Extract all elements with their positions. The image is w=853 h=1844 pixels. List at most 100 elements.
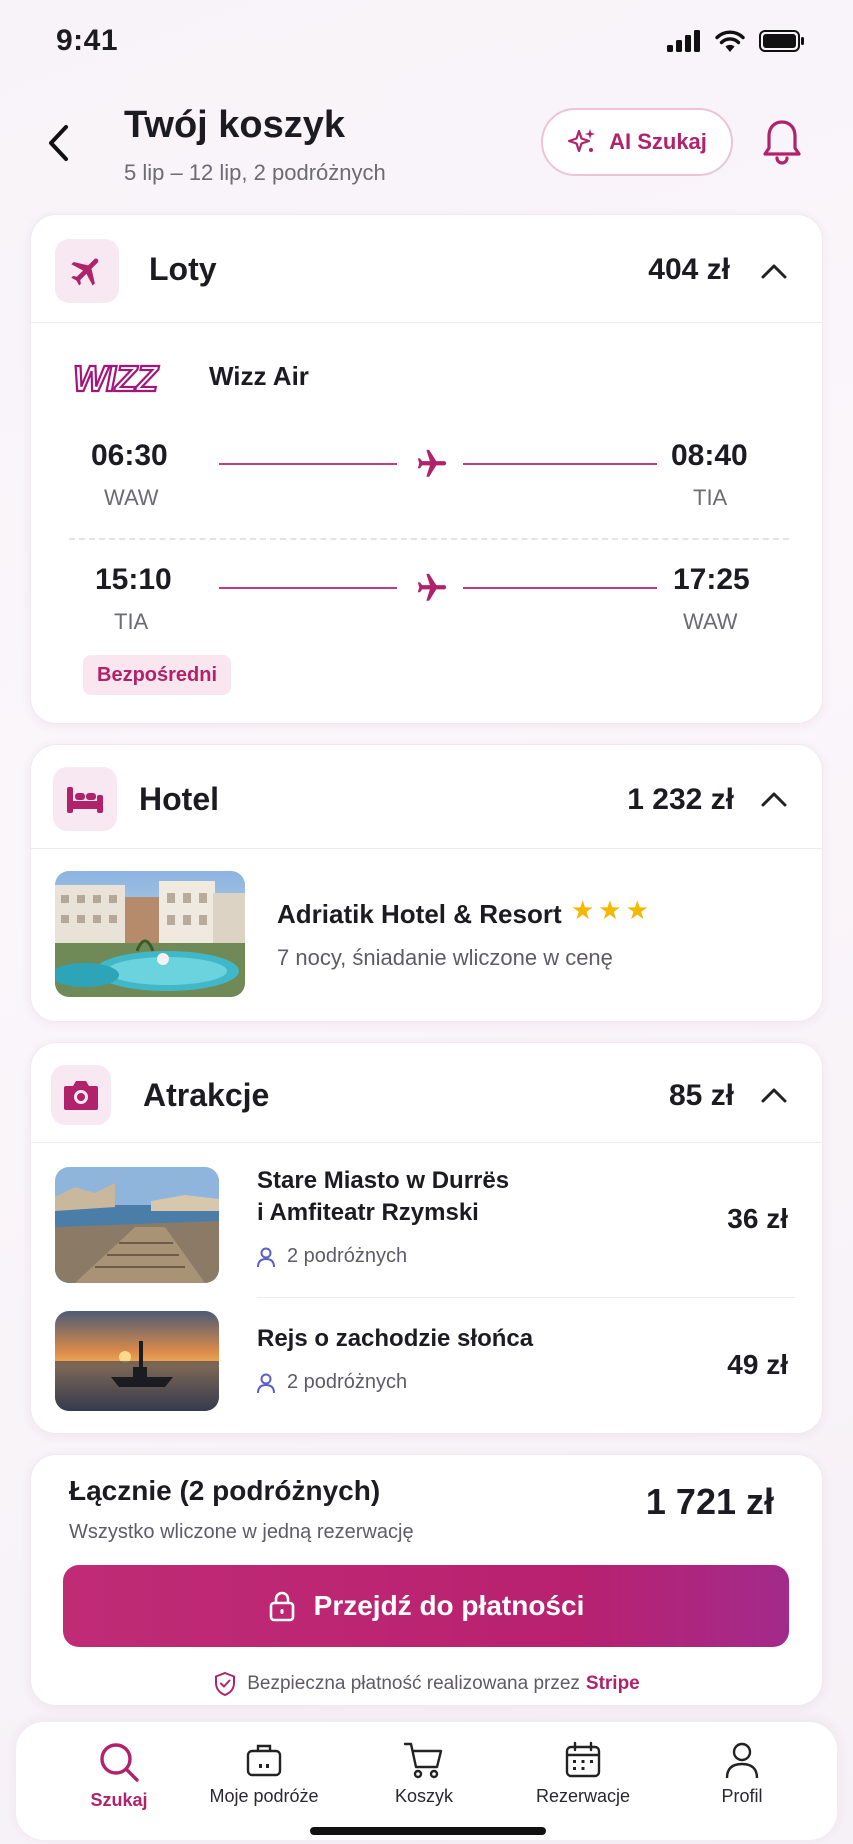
proceed-to-payment-button[interactable]: Przejdź do płatności [63, 1565, 789, 1647]
person-icon [725, 1742, 759, 1779]
travelers-count: 2 podróżnych [287, 1245, 408, 1267]
hotel-name[interactable]: Adriatik Hotel & Resort [277, 899, 562, 930]
attraction-title[interactable]: Stare Miasto w Durrës i Amfiteatr Rzymsk… [257, 1165, 509, 1229]
attractions-price: 85 zł [668, 1079, 734, 1112]
total-sublabel: Wszystko wliczone w jedną rezerwację [69, 1521, 414, 1543]
tab-cart-label: Koszyk [394, 1786, 454, 1806]
hotel-card: Hotel 1 232 zł Adriatik Hotel & Resort ★… [30, 744, 823, 1022]
search-icon [100, 1743, 139, 1782]
hotel-title: Hotel [139, 781, 219, 817]
svg-text:WIZZ: WIZZ [73, 358, 160, 399]
flights-header[interactable]: Loty 404 zł [31, 215, 822, 323]
notifications-button[interactable] [756, 112, 808, 172]
direct-flight-badge: Bezpośredni [83, 655, 232, 695]
secure-payment-note: Bezpieczna płatność realizowana przez St… [31, 1671, 822, 1697]
attractions-category-icon [51, 1065, 111, 1125]
tab-search[interactable]: Szukaj [44, 1740, 194, 1811]
pay-button-label: Przejdź do płatności [313, 1590, 585, 1621]
return-departure-time: 15:10 [95, 563, 172, 596]
chevron-up-icon [761, 1088, 787, 1103]
tab-reservations[interactable]: Rezerwacje [508, 1740, 658, 1807]
return-arrival-code: WAW [683, 609, 738, 634]
wifi-icon [715, 30, 745, 52]
row-separator [257, 1297, 795, 1298]
outbound-route-line [463, 463, 657, 465]
bottom-tab-bar: Szukaj Moje podróże Koszyk Rezerwacje Pr… [16, 1722, 837, 1840]
return-route-line [463, 587, 657, 589]
home-indicator [310, 1827, 546, 1835]
stripe-brand: Stripe [585, 1673, 640, 1694]
chevron-left-icon [49, 125, 68, 161]
calendar-icon [565, 1741, 601, 1778]
return-route-line [219, 587, 397, 589]
attraction-title-line: Stare Miasto w Durrës [257, 1167, 510, 1194]
attraction-price: 36 zł [727, 1203, 788, 1234]
tab-my-trips-label: Moje podróże [209, 1786, 319, 1806]
flights-price: 404 zł [648, 253, 730, 286]
return-departure-code: TIA [114, 609, 149, 634]
airplane-icon [71, 258, 99, 286]
attractions-header[interactable]: Atrakcje 85 zł [31, 1043, 822, 1143]
collapse-hotel-button[interactable] [758, 783, 790, 815]
cart-icon [403, 1742, 443, 1779]
total-card: Łącznie (2 podróżnych) Wszystko wliczone… [30, 1454, 823, 1706]
sparkle-icon [567, 129, 596, 153]
bed-icon [67, 787, 103, 813]
signal-icon [667, 30, 700, 52]
attractions-title: Atrakcje [143, 1077, 270, 1113]
collapse-flights-button[interactable] [758, 255, 790, 287]
chevron-up-icon [761, 264, 787, 279]
attraction-title-line: i Amfiteatr Rzymski [257, 1199, 479, 1226]
ai-search-label: AI Szukaj [609, 129, 707, 154]
bell-icon [763, 120, 801, 165]
outbound-departure-time: 06:30 [91, 439, 168, 472]
return-arrival-time: 17:25 [673, 563, 750, 596]
flight-separator [69, 538, 789, 540]
airplane-icon [417, 449, 447, 477]
airline-name: Wizz Air [209, 361, 309, 391]
person-icon [257, 1373, 275, 1393]
shield-check-icon [215, 1671, 236, 1697]
tab-cart[interactable]: Koszyk [349, 1740, 499, 1807]
page-title: Twój koszyk [124, 104, 346, 146]
status-time: 9:41 [56, 24, 119, 57]
hotel-category-icon [53, 767, 117, 831]
attraction-price: 49 zł [727, 1349, 788, 1380]
total-label: Łącznie (2 podróżnych) [69, 1475, 381, 1506]
lock-icon [269, 1591, 294, 1622]
hotel-rating-stars: ★★★ [571, 895, 653, 925]
outbound-arrival-time: 08:40 [671, 439, 748, 472]
suitcase-icon [246, 1744, 282, 1777]
hotel-price: 1 232 zł [627, 783, 734, 816]
attraction-photo-sunset-cruise[interactable] [55, 1311, 219, 1411]
tab-my-trips[interactable]: Moje podróże [189, 1740, 339, 1807]
outbound-route-line [219, 463, 397, 465]
secure-payment-text: Bezpieczna płatność realizowana przez [247, 1673, 580, 1694]
tab-reservations-label: Rezerwacje [535, 1786, 631, 1806]
attraction-travelers: 2 podróżnych [255, 1245, 407, 1268]
outbound-arrival-code: TIA [693, 485, 728, 510]
person-icon [257, 1247, 275, 1267]
hotel-header[interactable]: Hotel 1 232 zł [31, 745, 822, 849]
tab-search-label: Szukaj [90, 1790, 148, 1810]
flights-category-icon [55, 239, 119, 303]
wizz-air-logo: WIZZ [72, 357, 162, 400]
attractions-card: Atrakcje 85 zł Stare Miasto w Durrës i A… [30, 1042, 823, 1434]
hotel-photo[interactable] [55, 871, 245, 997]
attraction-travelers: 2 podróżnych [255, 1371, 407, 1394]
tab-profile-label: Profil [721, 1786, 763, 1806]
attraction-photo-old-town[interactable] [55, 1167, 219, 1283]
attraction-title[interactable]: Rejs o zachodzie słońca [257, 1323, 533, 1355]
flights-card: Loty 404 zł WIZZ Wizz Air 06:30 WAW 08:4… [30, 214, 823, 724]
airplane-icon [417, 573, 447, 601]
flights-title: Loty [149, 251, 217, 287]
chevron-up-icon [761, 792, 787, 807]
hotel-description: 7 nocy, śniadanie wliczone w cenę [277, 945, 613, 970]
ai-search-button[interactable]: AI Szukaj [541, 108, 733, 176]
outbound-departure-code: WAW [104, 485, 159, 510]
collapse-attractions-button[interactable] [758, 1079, 790, 1111]
back-button[interactable] [38, 118, 78, 168]
tab-profile[interactable]: Profil [667, 1740, 817, 1807]
status-icons [667, 30, 805, 52]
trip-summary: 5 lip – 12 lip, 2 podróżnych [124, 160, 386, 185]
